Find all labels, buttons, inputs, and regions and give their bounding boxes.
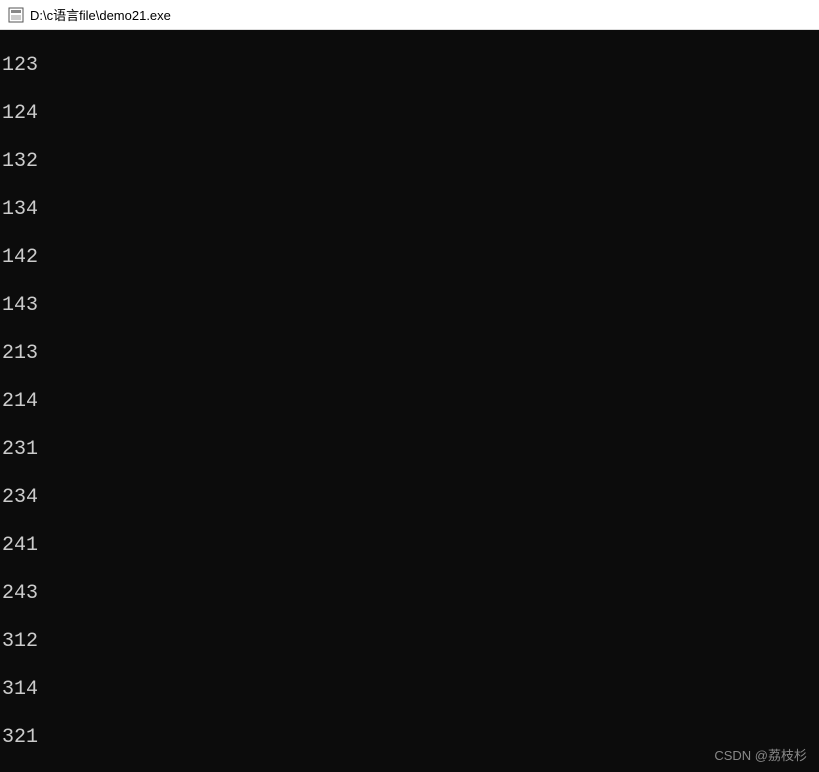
- output-line: 234: [2, 486, 817, 510]
- output-line: 241: [2, 534, 817, 558]
- output-line: 243: [2, 582, 817, 606]
- output-line: 213: [2, 342, 817, 366]
- output-line: 214: [2, 390, 817, 414]
- console-window: D:\c语言file\demo21.exe 123 124 132 134 14…: [0, 0, 819, 772]
- window-title: D:\c语言file\demo21.exe: [30, 5, 171, 24]
- console-content: 123 124 132 134 142 143 213 214 231 234 …: [0, 30, 819, 772]
- console-output-area[interactable]: 123 124 132 134 142 143 213 214 231 234 …: [0, 30, 819, 772]
- output-line: 123: [2, 54, 817, 78]
- output-line: 321: [2, 726, 817, 750]
- output-line: 143: [2, 294, 817, 318]
- output-line: 312: [2, 630, 817, 654]
- output-line: 314: [2, 678, 817, 702]
- output-line: 142: [2, 246, 817, 270]
- watermark: CSDN @荔枝杉: [714, 745, 807, 764]
- output-line: 231: [2, 438, 817, 462]
- app-icon: [8, 7, 24, 23]
- output-line: 134: [2, 198, 817, 222]
- output-line: 132: [2, 150, 817, 174]
- output-line: 124: [2, 102, 817, 126]
- title-bar[interactable]: D:\c语言file\demo21.exe: [0, 0, 819, 30]
